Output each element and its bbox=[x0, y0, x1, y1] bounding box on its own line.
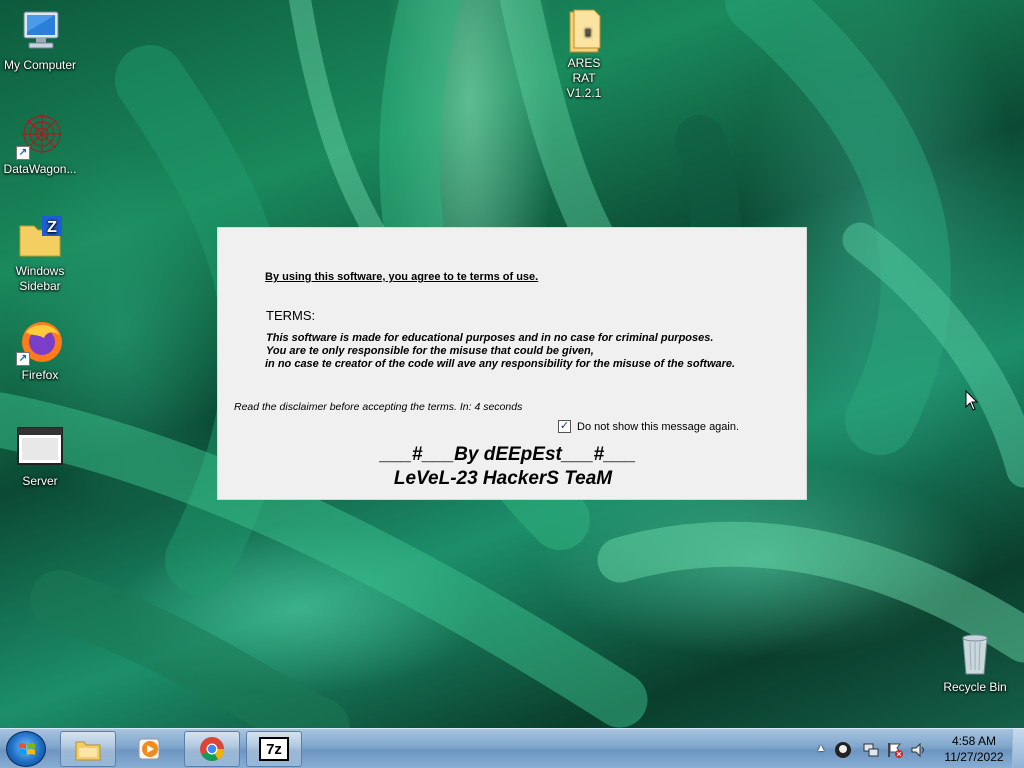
system-tray: ▲ 4:58 AM 11/27/2022 bbox=[812, 729, 1024, 768]
taskbar-media-player-button[interactable] bbox=[122, 731, 178, 767]
mouse-cursor-icon bbox=[965, 389, 979, 417]
volume-icon[interactable] bbox=[910, 741, 928, 762]
terms-line: in no case te creator of the code will a… bbox=[265, 358, 736, 370]
disclaimer-countdown: Read the disclaimer before accepting the… bbox=[234, 401, 523, 413]
folder-icon: ♜ bbox=[560, 6, 608, 54]
desktop-icon-label: My Computer bbox=[3, 58, 77, 72]
network-icon[interactable] bbox=[862, 741, 880, 762]
desktop-icon-firefox[interactable]: ↗ Firefox bbox=[0, 318, 80, 383]
desktop-icon-windows-sidebar[interactable]: Z Windows Sidebar bbox=[0, 214, 80, 294]
show-hidden-icons-icon[interactable]: ▲ bbox=[816, 743, 826, 754]
7zip-label: 7z bbox=[266, 740, 282, 758]
checkbox-checked-icon[interactable]: ✓ bbox=[558, 420, 571, 433]
desktop-icon-label: DataWagon... bbox=[3, 162, 77, 176]
7zip-icon: 7z bbox=[259, 737, 289, 761]
taskbar-chrome-button[interactable] bbox=[184, 731, 240, 767]
desktop-icon-recycle-bin[interactable]: Recycle Bin bbox=[935, 630, 1015, 695]
taskbar: 7z ▲ 4:58 AM 11/27/2022 bbox=[0, 728, 1024, 768]
desktop-icon-label: Server bbox=[22, 474, 58, 488]
clock-time: 4:58 AM bbox=[951, 734, 997, 748]
author-signature: ___#___By dEEpEst___#___ bbox=[380, 444, 636, 465]
taskbar-7zip-button[interactable]: 7z bbox=[246, 731, 302, 767]
team-signature: LeVeL-23 HackerS TeaM bbox=[393, 468, 613, 489]
terms-line: This software is made for educational pu… bbox=[266, 332, 714, 344]
start-button[interactable] bbox=[6, 731, 46, 767]
terms-line: You are te only responsible for the misu… bbox=[266, 345, 594, 357]
folder-zip-icon: Z bbox=[16, 214, 64, 262]
chrome-icon bbox=[198, 736, 226, 762]
spiderweb-icon: ↗ bbox=[16, 112, 64, 160]
shortcut-arrow-icon: ↗ bbox=[16, 146, 30, 160]
tray-app-icon[interactable] bbox=[834, 741, 852, 762]
taskbar-explorer-button[interactable] bbox=[60, 731, 116, 767]
svg-text:Z: Z bbox=[47, 219, 57, 236]
action-center-flag-icon[interactable] bbox=[886, 741, 904, 762]
desktop-icon-label: Firefox bbox=[21, 368, 59, 382]
desktop-icon-ares-rat[interactable]: ♜ ARES RAT V1.2.1 bbox=[544, 6, 624, 101]
svg-text:♜: ♜ bbox=[584, 28, 593, 39]
shortcut-arrow-icon: ↗ bbox=[16, 352, 30, 366]
dont-show-again-label: Do not show this message again. bbox=[577, 420, 740, 433]
clock[interactable]: 4:58 AM 11/27/2022 bbox=[940, 733, 1008, 765]
terms-agreement-text: By using this software, you agree to te … bbox=[265, 271, 539, 283]
show-desktop-button[interactable] bbox=[1012, 729, 1024, 768]
desktop-icon-label: ARES RAT V1.2.1 bbox=[566, 56, 602, 100]
desktop-icon-label: Windows Sidebar bbox=[15, 264, 65, 293]
media-player-icon bbox=[136, 736, 164, 762]
desktop-icon-server[interactable]: Server bbox=[0, 424, 80, 489]
desktop-icon-datawagon[interactable]: ↗ DataWagon... bbox=[0, 112, 80, 177]
computer-icon bbox=[16, 8, 64, 56]
desktop-icon-my-computer[interactable]: My Computer bbox=[0, 8, 80, 73]
window-icon bbox=[16, 424, 64, 472]
windows-logo-icon bbox=[19, 743, 35, 755]
disclaimer-dialog: By using this software, you agree to te … bbox=[217, 227, 807, 500]
recycle-bin-icon bbox=[951, 630, 999, 678]
firefox-icon: ↗ bbox=[16, 318, 64, 366]
clock-date: 11/27/2022 bbox=[944, 750, 1004, 764]
desktop-icon-label: Recycle Bin bbox=[943, 680, 1007, 694]
explorer-icon bbox=[74, 736, 102, 762]
terms-title: TERMS: bbox=[266, 308, 316, 323]
dont-show-again-checkbox[interactable]: ✓ Do not show this message again. bbox=[558, 420, 739, 433]
